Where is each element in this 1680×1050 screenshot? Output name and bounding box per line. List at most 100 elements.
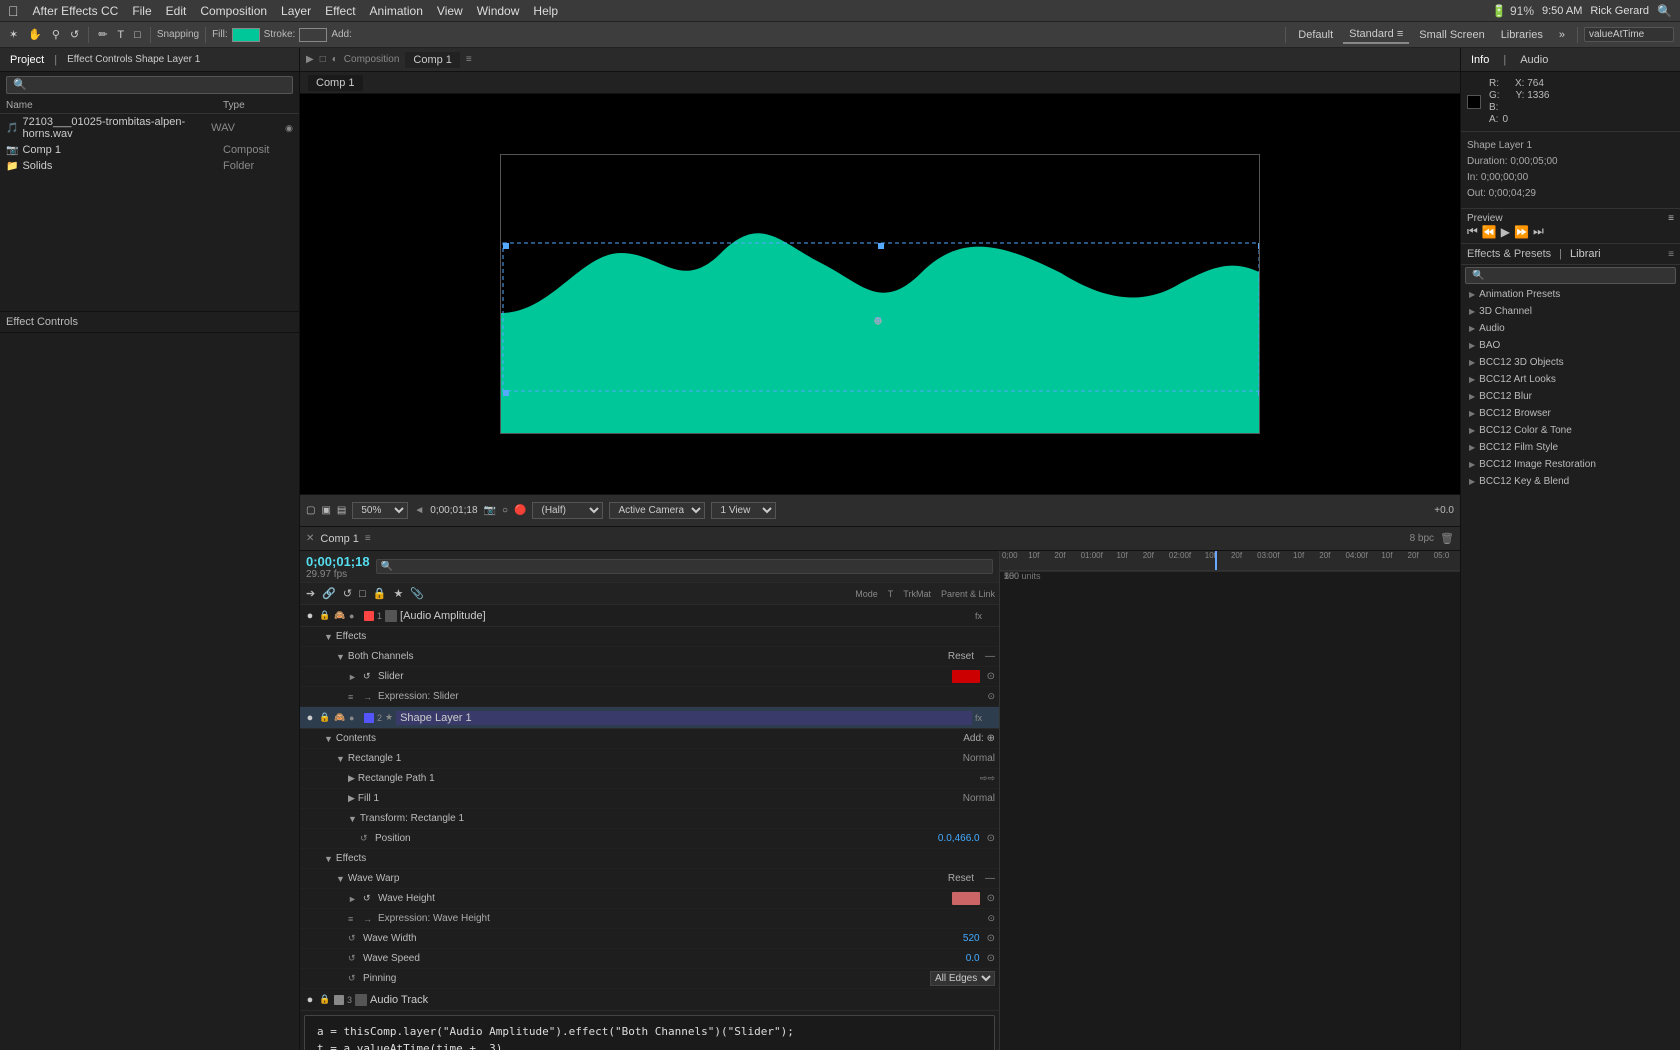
layer1-solo[interactable]: ●: [349, 611, 361, 621]
workspace-libraries[interactable]: Libraries: [1495, 27, 1549, 43]
tool-shape[interactable]: □: [131, 28, 144, 42]
rect1-expand[interactable]: ▼: [336, 754, 345, 764]
rect1-row[interactable]: ▼ Rectangle 1 Normal: [300, 749, 999, 769]
layer-2-header[interactable]: ● 🔒 🙈 ● 2 ★ Shape Layer 1 fx: [300, 707, 999, 729]
layer-search-input[interactable]: [376, 559, 993, 574]
tool-zoom[interactable]: ⚲: [49, 27, 63, 42]
tool-text[interactable]: T: [114, 28, 127, 42]
comp1-tab[interactable]: Comp 1: [308, 75, 363, 91]
wave-height-row[interactable]: ► ↺ Wave Height ⊙: [300, 889, 999, 909]
apple-menu[interactable]: : [8, 3, 19, 19]
tool-pen[interactable]: ✏: [95, 27, 110, 42]
tl-tool-4[interactable]: □: [357, 586, 368, 602]
menu-edit[interactable]: Edit: [166, 4, 187, 18]
both-channels-row[interactable]: ▼ Both Channels Reset —: [300, 647, 999, 667]
ep-bcc12-art[interactable]: ▶ BCC12 Art Looks: [1461, 371, 1680, 388]
preview-last[interactable]: ⏭: [1533, 224, 1544, 239]
layer-1-header[interactable]: ● 🔒 🙈 ● 1 [Audio Amplitude] fx: [300, 605, 999, 627]
fill1-row[interactable]: ▶ Fill 1 Normal: [300, 789, 999, 809]
wave-warp-reset[interactable]: Reset: [948, 873, 974, 884]
menu-composition[interactable]: Composition: [200, 4, 267, 18]
tl-tool-3[interactable]: ↺: [341, 585, 354, 602]
comp-icon-btn2[interactable]: ▣: [321, 505, 330, 516]
ep-bcc12-film[interactable]: ▶ BCC12 Film Style: [1461, 439, 1680, 456]
ep-bcc12-image[interactable]: ▶ BCC12 Image Restoration: [1461, 456, 1680, 473]
view-select[interactable]: 1 View 2 Views: [711, 502, 776, 519]
tl-tool-7[interactable]: 📎: [408, 585, 426, 602]
position-value[interactable]: 0.0,466.0: [938, 833, 980, 844]
tool-select[interactable]: ✶: [6, 27, 21, 42]
color-btn[interactable]: 🔴: [514, 505, 526, 516]
layer-3-header[interactable]: ● 🔒 3 Audio Track: [300, 989, 999, 1011]
rect-path-row[interactable]: ▶ Rectangle Path 1 ⇨⇨: [300, 769, 999, 789]
search-input[interactable]: [1584, 27, 1674, 42]
layer2-effects-expand[interactable]: ▼: [324, 854, 333, 864]
menu-layer[interactable]: Layer: [281, 4, 311, 18]
ep-search-input[interactable]: [1465, 267, 1676, 284]
layer1-effects-row[interactable]: ▼ Effects: [300, 627, 999, 647]
menu-file[interactable]: File: [132, 4, 151, 18]
ep-bcc12-color[interactable]: ▶ BCC12 Color & Tone: [1461, 422, 1680, 439]
pinning-select[interactable]: All Edges: [930, 971, 995, 986]
layer3-lock[interactable]: 🔒: [319, 994, 331, 1005]
preview-menu-icon[interactable]: ≡: [1668, 213, 1674, 224]
workspace-standard[interactable]: Standard ≡: [1343, 26, 1409, 44]
workspace-expand[interactable]: »: [1553, 27, 1571, 43]
project-item-solids[interactable]: 📁 Solids Folder: [0, 158, 299, 174]
audio-tab[interactable]: Audio: [1516, 52, 1552, 68]
transparency-btn[interactable]: ○: [502, 505, 508, 516]
preview-back[interactable]: ⏪: [1482, 225, 1497, 239]
wave-warp-row[interactable]: ▼ Wave Warp Reset —: [300, 869, 999, 889]
wave-speed-value[interactable]: 0.0: [966, 953, 980, 964]
both-channels-expand[interactable]: ▼: [336, 652, 345, 662]
ep-bao[interactable]: ▶ BAO: [1461, 337, 1680, 354]
wave-warp-expand[interactable]: ▼: [336, 874, 345, 884]
layer1-shy[interactable]: 🙈: [334, 610, 346, 621]
menu-help[interactable]: Help: [533, 4, 558, 18]
zoom-select[interactable]: 50% 100% 25%: [352, 502, 408, 519]
wave-width-value[interactable]: 520: [963, 933, 980, 944]
ep-3d-channel[interactable]: ▶ 3D Channel: [1461, 303, 1680, 320]
menu-after-effects[interactable]: After Effects CC: [33, 4, 119, 18]
wave-width-row[interactable]: ↺ Wave Width 520 ⊙: [300, 929, 999, 949]
transform-expand[interactable]: ▼: [348, 814, 357, 824]
ep-bcc12-key[interactable]: ▶ BCC12 Key & Blend: [1461, 473, 1680, 490]
tl-tool-2[interactable]: 🔗: [320, 585, 338, 602]
wave-speed-row[interactable]: ↺ Wave Speed 0.0 ⊙: [300, 949, 999, 969]
project-item-audio[interactable]: 🎵 72103___01025-trombitas-alpen-horns.wa…: [0, 114, 299, 142]
stroke-color[interactable]: [299, 28, 327, 42]
layer1-lock[interactable]: 🔒: [319, 610, 331, 621]
ep-animation-presets[interactable]: ▶ Animation Presets: [1461, 286, 1680, 303]
menu-effect[interactable]: Effect: [325, 4, 355, 18]
menu-view[interactable]: View: [437, 4, 463, 18]
workspace-small-screen[interactable]: Small Screen: [1413, 27, 1490, 43]
tool-rotate[interactable]: ↺: [67, 27, 82, 42]
preview-first[interactable]: ⏮: [1467, 224, 1478, 239]
snapshot-btn[interactable]: 📷: [484, 505, 496, 516]
comp-icon-btn3[interactable]: ▤: [337, 505, 346, 516]
add-btn[interactable]: Add: ⊕: [963, 733, 995, 744]
contents-row[interactable]: ▼ Contents Add: ⊕: [300, 729, 999, 749]
contents-expand[interactable]: ▼: [324, 734, 333, 744]
layer2-vis[interactable]: ●: [304, 712, 316, 724]
wave-height-value[interactable]: [952, 892, 980, 905]
position-row[interactable]: ↺ Position 0.0,466.0 ⊙: [300, 829, 999, 849]
rect-path-expand[interactable]: ▶: [348, 773, 355, 784]
fill-color[interactable]: [232, 28, 260, 42]
ep-menu-icon[interactable]: ≡: [1668, 249, 1674, 260]
effects-expand[interactable]: ▼: [324, 632, 333, 642]
layer2-lock[interactable]: 🔒: [319, 712, 331, 723]
project-search-input[interactable]: [6, 76, 293, 94]
preview-forward[interactable]: ⏩: [1514, 225, 1529, 239]
layer2-solo[interactable]: ●: [349, 713, 361, 723]
menu-animation[interactable]: Animation: [370, 4, 423, 18]
layer3-vis[interactable]: ●: [304, 994, 316, 1006]
info-tab[interactable]: Info: [1467, 52, 1493, 68]
layer2-shy[interactable]: 🙈: [334, 712, 346, 723]
project-item-comp[interactable]: 📷 Comp 1 Composit: [0, 142, 299, 158]
menu-window[interactable]: Window: [477, 4, 520, 18]
transform-rect-row[interactable]: ▼ Transform: Rectangle 1: [300, 809, 999, 829]
pinning-row[interactable]: ↺ Pinning All Edges: [300, 969, 999, 989]
camera-select[interactable]: Active Camera: [609, 502, 705, 519]
ep-audio[interactable]: ▶ Audio: [1461, 320, 1680, 337]
